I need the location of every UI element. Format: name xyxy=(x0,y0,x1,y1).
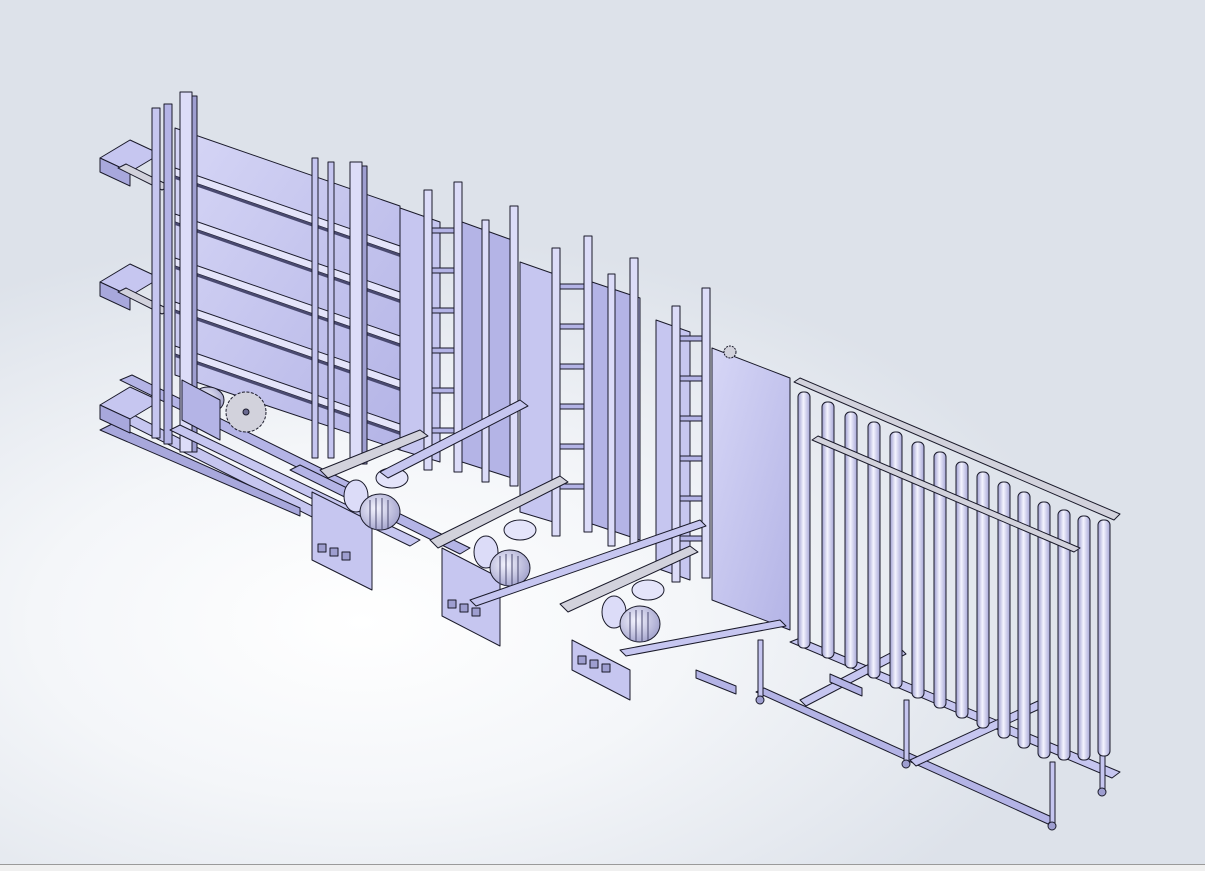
drive-3-plate xyxy=(571,639,631,701)
left-post-2 xyxy=(163,103,173,445)
graphics-area[interactable] xyxy=(0,0,1205,864)
board-gear-top xyxy=(723,345,737,359)
module-2-rungs xyxy=(559,283,585,490)
plain-board xyxy=(711,347,791,631)
assembly-model-view[interactable] xyxy=(0,0,1205,864)
caster-3 xyxy=(1047,821,1057,831)
caster-4 xyxy=(1097,787,1107,797)
leg-2 xyxy=(903,699,910,763)
leg-3 xyxy=(1049,761,1056,825)
module-2-rear-frame-a xyxy=(607,273,616,547)
caster-1 xyxy=(755,695,765,705)
saw-blade-hub xyxy=(242,408,250,416)
upright-2-side xyxy=(361,165,368,465)
caster-2 xyxy=(901,759,911,769)
conveyor-module-2[interactable] xyxy=(519,235,641,549)
leg-1 xyxy=(757,639,764,699)
roller-table[interactable] xyxy=(755,377,1121,831)
drive-3-roller xyxy=(631,579,665,601)
drive-3-foot xyxy=(695,669,737,695)
module-1-rear-frame-b xyxy=(509,205,519,487)
left-post xyxy=(151,107,161,439)
module-1-frame-left xyxy=(423,189,433,471)
module-1-frame-right xyxy=(453,181,463,473)
drive-1-motor xyxy=(359,493,401,531)
drive-2-motor xyxy=(489,549,531,587)
upright-2 xyxy=(349,161,363,465)
module-2-rear-frame-b xyxy=(629,257,639,549)
conveyor-module-3[interactable] xyxy=(655,287,791,631)
module-1-rear-frame-a xyxy=(481,219,490,483)
upright-rear-2 xyxy=(327,161,335,459)
module-2-frame-left xyxy=(551,247,561,537)
upright-rear xyxy=(311,157,319,459)
drive-3-motor xyxy=(619,605,661,643)
drive-2-roller xyxy=(503,519,537,541)
module-3-frame-left xyxy=(671,305,681,583)
module-1-panel xyxy=(399,207,441,463)
module-3-frame-right xyxy=(701,287,711,579)
module-2-frame-right xyxy=(583,235,593,533)
